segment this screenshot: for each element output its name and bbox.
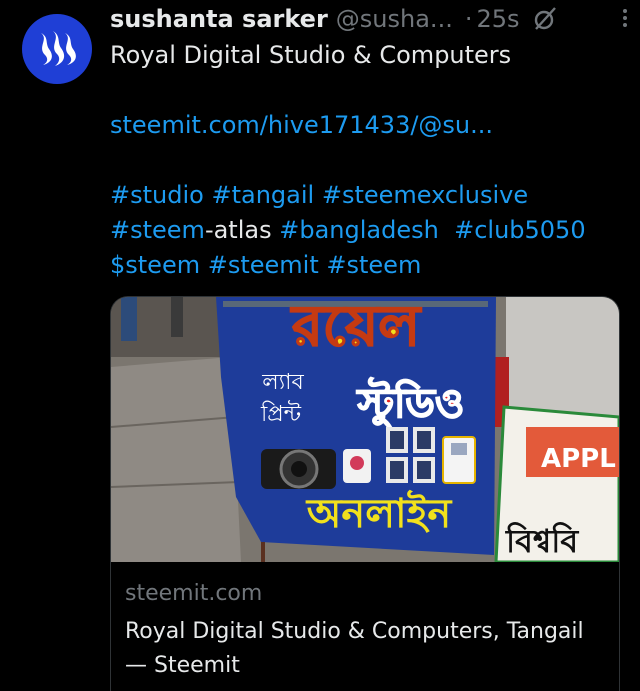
hashtags-line-2: #steem-atlas #bangladesh #club5050 (110, 213, 625, 248)
grok-icon[interactable] (532, 6, 558, 32)
hashtags-line-3: $steem #steemit #steem (110, 248, 625, 283)
author-name[interactable]: sushanta sarker (110, 5, 328, 33)
hashtag[interactable]: #club5050 (454, 216, 586, 244)
plain-text: -atlas (204, 216, 272, 244)
card-domain[interactable]: steemit.com (125, 581, 262, 606)
tweet-title: Royal Digital Studio & Computers (110, 41, 512, 69)
separator-dot: · (464, 5, 473, 33)
side-sign-text: APPL (541, 444, 616, 474)
signboard-photo: রয়েল ল্যাব প্রিন্ট স্টুডিও অনলাইন APPL … (111, 297, 619, 562)
sign-text-lab: ল্যাব (261, 370, 304, 395)
tweet-link[interactable]: steemit.com/hive171433/@su... (110, 108, 625, 143)
card-image[interactable]: রয়েল ল্যাব প্রিন্ট স্টুডিও অনলাইন APPL … (111, 297, 619, 562)
hashtag[interactable]: #studio (110, 181, 204, 209)
hashtag[interactable]: #steemexclusive (322, 181, 528, 209)
sign-text-online: অনলাইন (305, 490, 454, 537)
sign-text-print: প্রিন্ট (260, 400, 302, 427)
cashtag[interactable]: $steem (110, 251, 200, 279)
link-preview-card[interactable]: রয়েল ল্যাব প্রিন্ট স্টুডিও অনলাইন APPL … (110, 296, 620, 691)
hashtags-line-1: #studio #tangail #steemexclusive (110, 178, 625, 213)
tweet-text: Royal Digital Studio & Computers steemit… (110, 38, 625, 283)
card-title[interactable]: Royal Digital Studio & Computers, Tangai… (125, 615, 605, 683)
hashtag[interactable]: #tangail (211, 181, 314, 209)
timestamp[interactable]: 25s (476, 5, 519, 33)
avatar[interactable] (22, 14, 92, 84)
side-sign-bottom-text: বিশ্ববি (505, 521, 579, 560)
hashtag[interactable]: #steem (326, 251, 421, 279)
hashtag[interactable]: #bangladesh (279, 216, 439, 244)
hashtag[interactable]: #steem (110, 216, 205, 244)
sign-text-top: রয়েল (290, 297, 422, 359)
tweet-header: sushanta sarker @susha... · 25s (110, 2, 620, 36)
hashtag[interactable]: #steemit (208, 251, 319, 279)
steem-logo-icon (41, 31, 76, 66)
sign-text-studio: স্টুডিও (356, 377, 465, 428)
author-handle[interactable]: @susha... (336, 5, 453, 33)
more-icon[interactable] (620, 6, 630, 32)
